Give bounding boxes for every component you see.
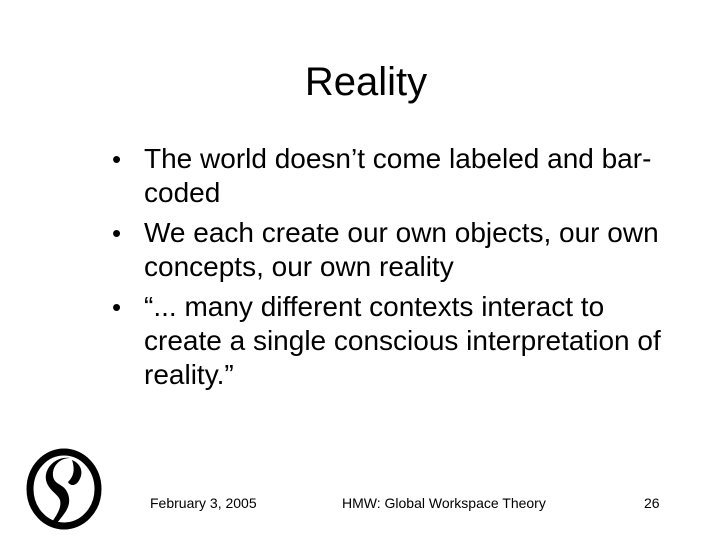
bullet-item: • The world doesn’t come labeled and bar… [112, 142, 672, 210]
bullet-text: “... many different contexts interact to… [144, 291, 661, 390]
bullet-item: • “... many different contexts interact … [112, 290, 672, 392]
bullet-list: • The world doesn’t come labeled and bar… [112, 142, 672, 398]
bullet-text: We each create our own objects, our own … [144, 217, 659, 282]
swirl-logo-icon [26, 448, 102, 530]
bullet-marker: • [112, 292, 122, 322]
footer-date: February 3, 2005 [150, 495, 257, 511]
bullet-item: • We each create our own objects, our ow… [112, 216, 672, 284]
bullet-marker: • [112, 218, 122, 248]
slide: Reality • The world doesn’t come labeled… [0, 0, 720, 540]
page-number: 26 [644, 495, 660, 511]
footer-title: HMW: Global Workspace Theory [342, 495, 546, 511]
slide-title: Reality [304, 60, 428, 104]
bullet-marker: • [112, 144, 122, 174]
bullet-text: The world doesn’t come labeled and bar-c… [144, 143, 652, 208]
